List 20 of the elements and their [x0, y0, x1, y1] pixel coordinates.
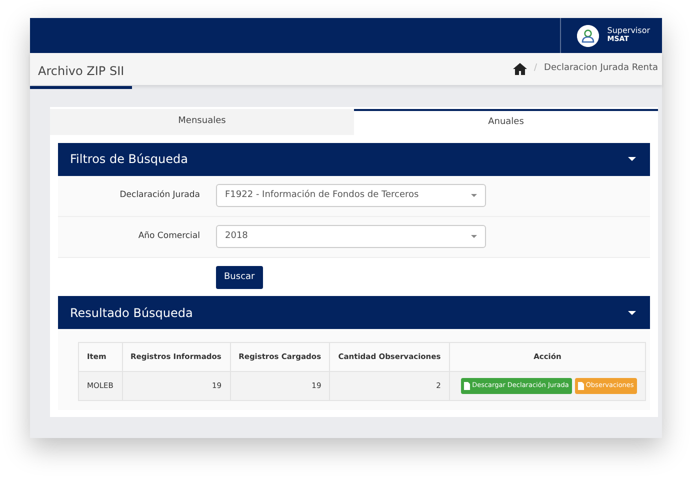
caret-icon	[471, 194, 477, 197]
document-icon	[464, 382, 470, 390]
user-name: Supervisor	[607, 27, 650, 36]
field-label: Declaración Jurada	[118, 189, 201, 202]
select-field[interactable]: F1922 - Información de Fondos de Terceros	[216, 184, 486, 207]
breadcrumb-item[interactable]: Declaracion Jurada Renta	[544, 62, 658, 76]
avatar-icon[interactable]	[577, 24, 600, 46]
select-field[interactable]: 2018	[216, 225, 486, 248]
search-button[interactable]: Buscar	[216, 266, 263, 289]
section-title: Filtros de Búsqueda	[70, 151, 188, 168]
caret-icon[interactable]	[628, 157, 636, 161]
home-icon[interactable]	[512, 63, 527, 75]
caret-icon	[471, 235, 477, 238]
tab[interactable]: Mensuales	[50, 109, 354, 134]
document-icon	[578, 382, 584, 390]
page-title: Archivo ZIP SII	[30, 56, 132, 88]
field-label: Año Comercial	[137, 230, 201, 243]
breadcrumb-separator: /	[534, 62, 538, 76]
caret-icon[interactable]	[628, 310, 636, 314]
section-title: Resultado Búsqueda	[70, 304, 193, 322]
